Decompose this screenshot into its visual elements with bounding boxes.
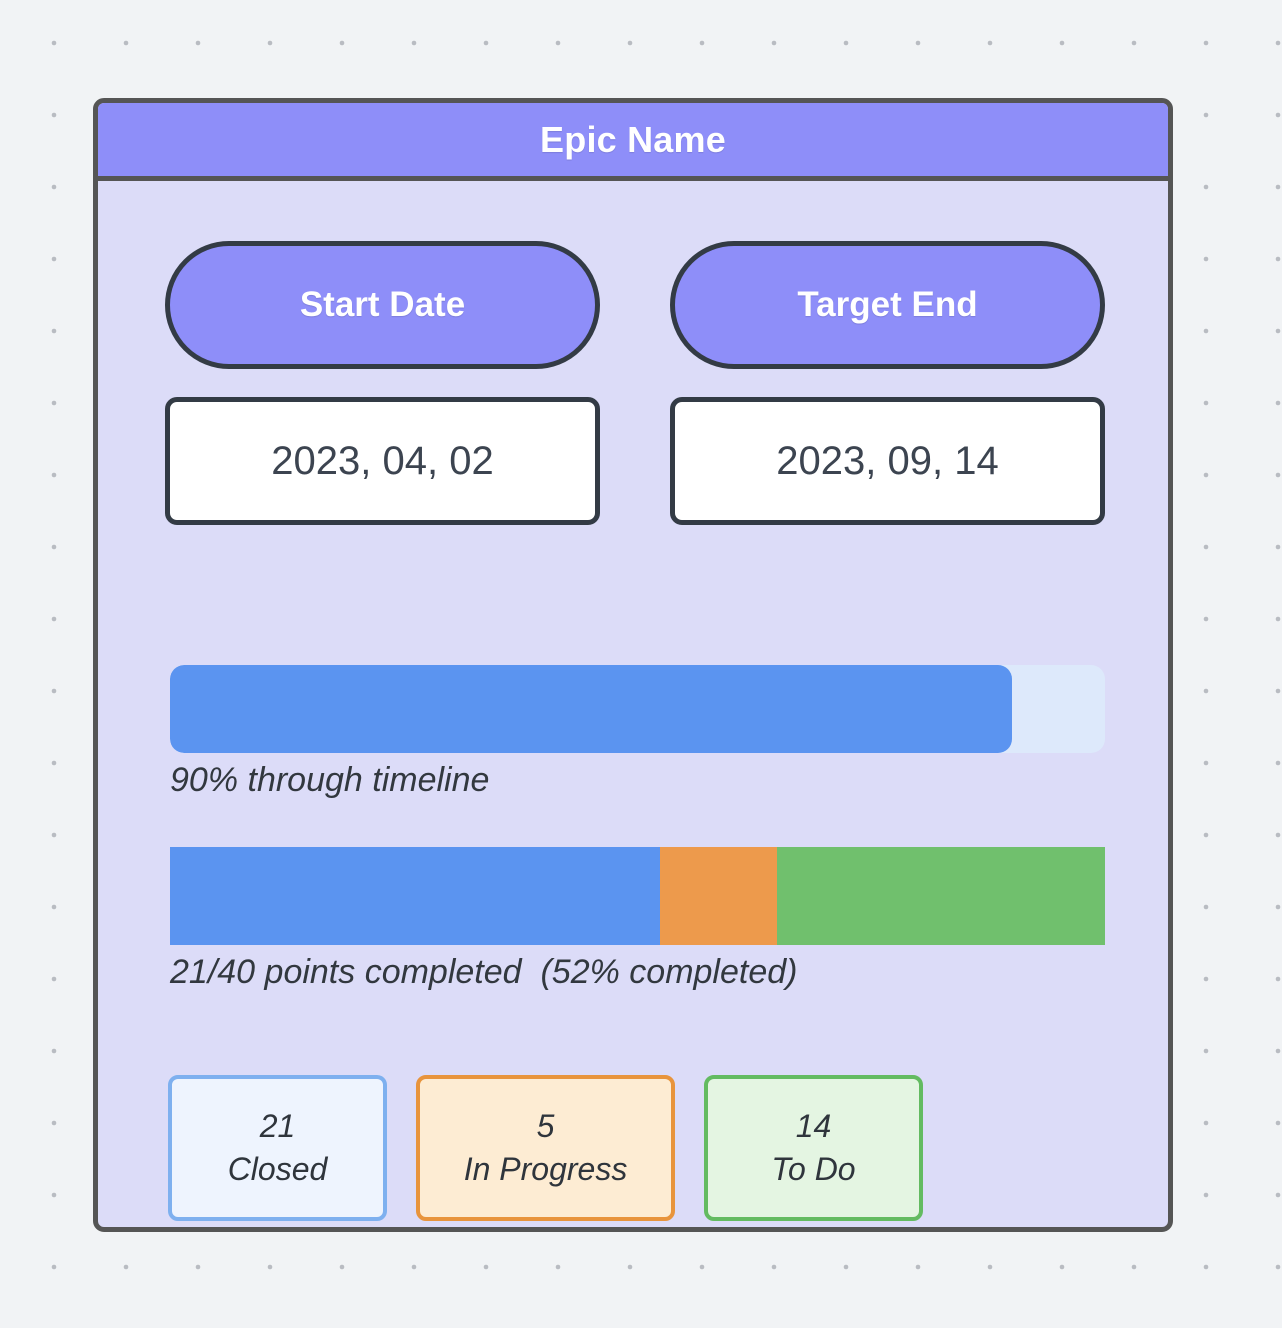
stat-label-closed: Closed	[227, 1151, 328, 1187]
page-title: Epic Name	[540, 118, 726, 160]
points-segment-in-progress	[659, 847, 777, 945]
timeline-progress-track	[170, 665, 1105, 753]
points-segment-closed	[170, 847, 660, 945]
stat-card-closed: 21 Closed	[168, 1075, 387, 1221]
start-date-value: 2023, 04, 02	[165, 397, 600, 525]
epic-card: Epic Name Start Date 2023, 04, 02 Target…	[93, 98, 1173, 1232]
status-stats-row: 21 Closed 5 In Progress 14 To Do	[168, 1075, 923, 1221]
target-end-label-pill: Target End	[670, 241, 1105, 369]
target-end-value: 2023, 09, 14	[670, 397, 1105, 525]
start-date-label-pill: Start Date	[165, 241, 600, 369]
stat-card-to-do: 14 To Do	[704, 1075, 923, 1221]
points-progress-track	[170, 847, 1105, 945]
timeline-progress-fill	[170, 665, 1012, 753]
stat-card-in-progress: 5 In Progress	[416, 1075, 675, 1221]
start-date-column: Start Date 2023, 04, 02	[165, 241, 600, 525]
epic-card-body: Start Date 2023, 04, 02 Target End 2023,…	[98, 181, 1168, 1227]
stat-value-closed: 21	[259, 1107, 296, 1144]
dates-row: Start Date 2023, 04, 02 Target End 2023,…	[165, 241, 1105, 525]
stat-value-in-progress: 5	[536, 1107, 555, 1144]
points-segment-to-do	[776, 847, 1105, 945]
stat-value-to-do: 14	[795, 1107, 832, 1144]
target-end-column: Target End 2023, 09, 14	[670, 241, 1105, 525]
timeline-progress-caption: 90% through timeline	[170, 761, 490, 799]
stat-label-to-do: To Do	[771, 1151, 856, 1187]
points-progress-caption: 21/40 points completed (52% completed)	[170, 953, 798, 991]
points-progress-block: 21/40 points completed (52% completed)	[170, 847, 1105, 992]
stat-label-in-progress: In Progress	[463, 1151, 628, 1187]
timeline-progress-block: 90% through timeline	[170, 665, 1105, 800]
epic-card-header: Epic Name	[98, 103, 1168, 181]
